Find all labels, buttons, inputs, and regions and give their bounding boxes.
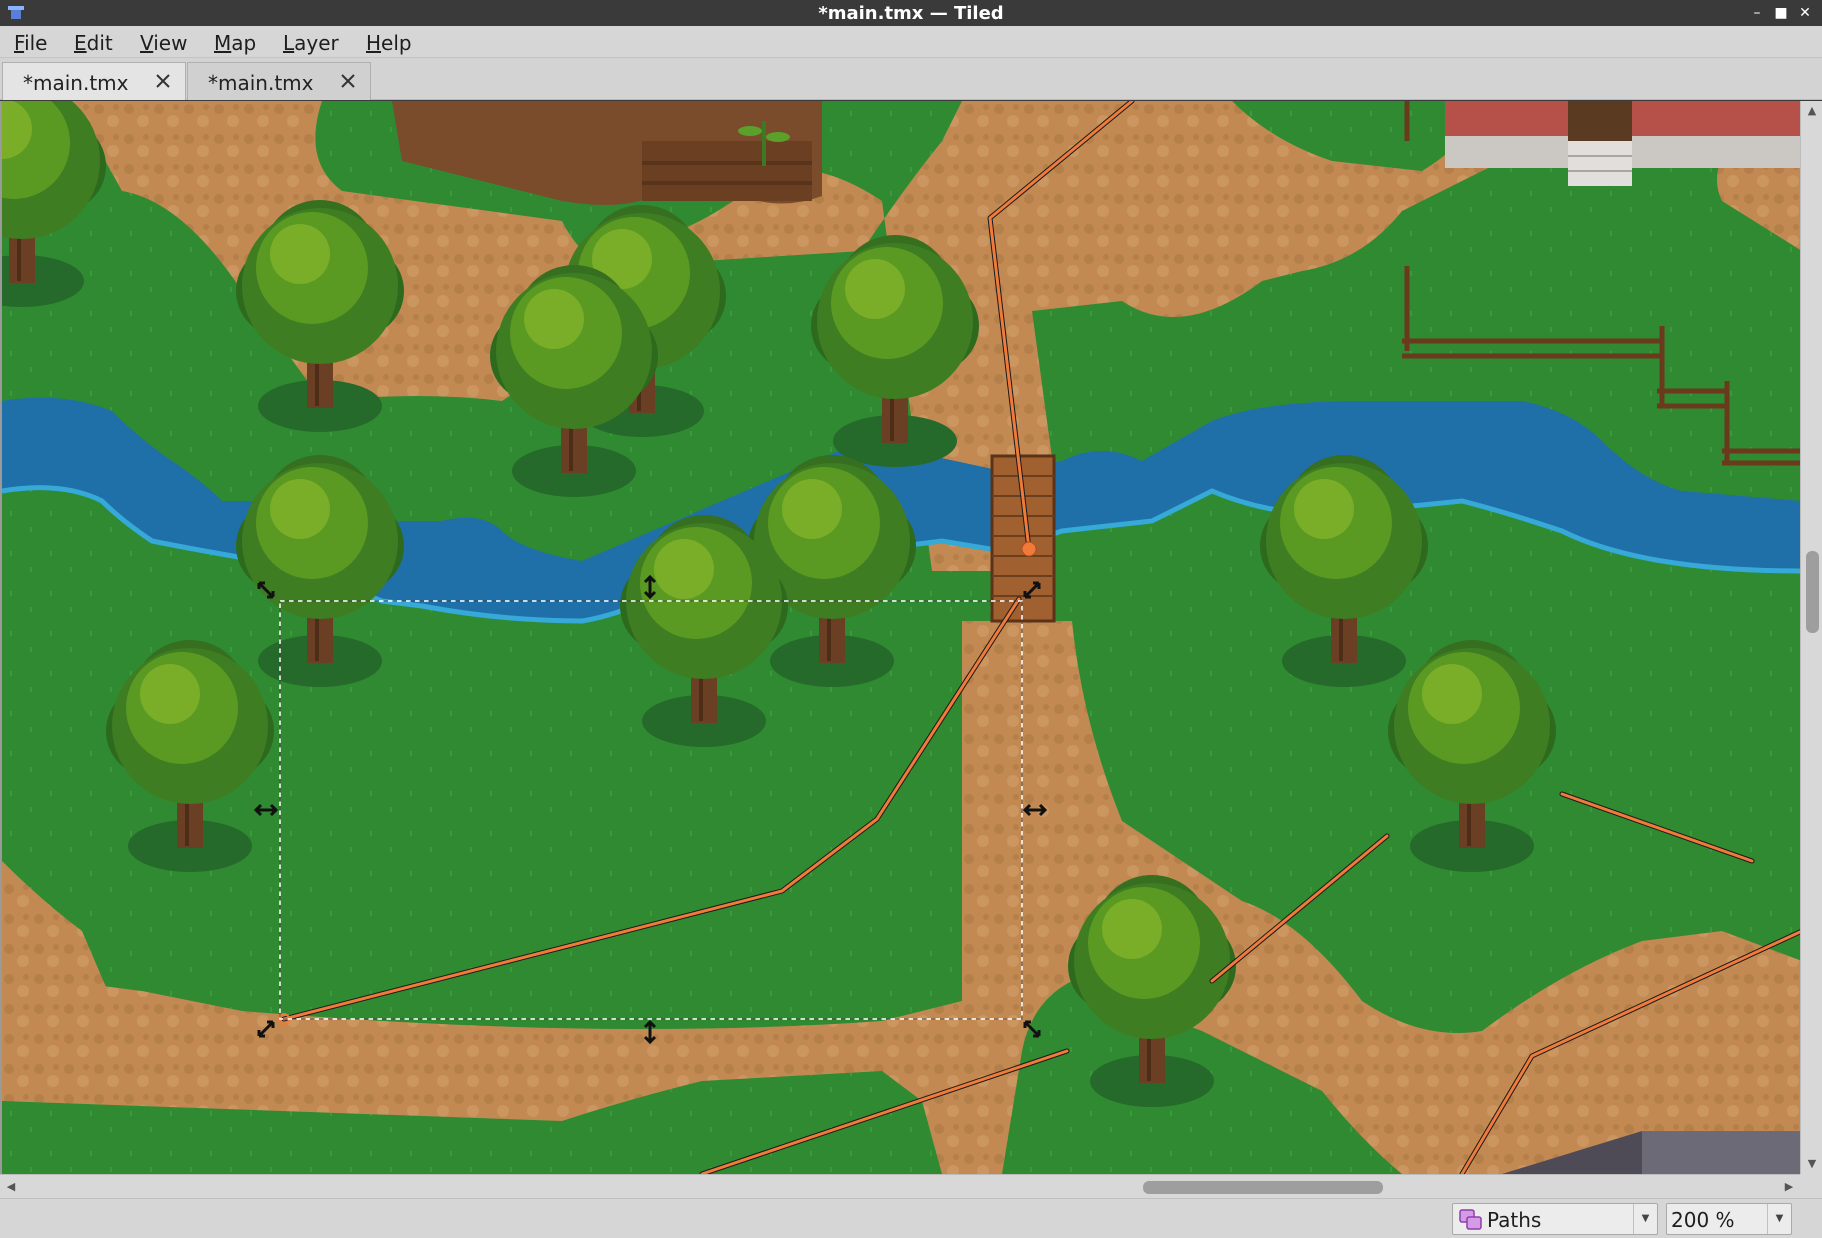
menu-file[interactable]: File	[14, 30, 47, 56]
tab-label: *main.tmx	[208, 71, 314, 95]
horizontal-scrollbar[interactable]: ◀ ▶	[0, 1174, 1800, 1198]
menu-view[interactable]: View	[140, 30, 187, 56]
zoom-combo-value: 200 %	[1671, 1208, 1735, 1232]
scroll-down-icon[interactable]: ▼	[1801, 1154, 1822, 1174]
vertical-scroll-thumb[interactable]	[1806, 551, 1819, 633]
tab-label: *main.tmx	[23, 71, 129, 95]
chevron-down-icon[interactable]: ▼	[1633, 1204, 1657, 1234]
tab-close-icon[interactable]	[338, 71, 358, 91]
tab-main-tmx-1[interactable]: *main.tmx	[2, 62, 186, 100]
object-layer-icon	[1459, 1209, 1482, 1230]
scroll-left-icon[interactable]: ◀	[0, 1175, 22, 1199]
tab-close-icon[interactable]	[153, 71, 173, 91]
tab-main-tmx-2[interactable]: *main.tmx	[187, 62, 371, 100]
layer-combo[interactable]: Paths ▼	[1452, 1203, 1658, 1235]
status-bar: Paths ▼ 200 % ▼	[0, 1198, 1822, 1238]
menu-layer[interactable]: Layer	[283, 30, 339, 56]
maximize-icon[interactable]: ■	[1770, 2, 1792, 24]
zoom-combo[interactable]: 200 % ▼	[1666, 1203, 1792, 1235]
document-tab-bar: *main.tmx *main.tmx	[0, 58, 1822, 100]
title-bar: *main.tmx — Tiled – ■ ✕	[0, 0, 1822, 26]
vertical-scrollbar[interactable]: ▲ ▼	[1800, 101, 1822, 1174]
menu-map[interactable]: Map	[214, 30, 256, 56]
scroll-corner	[1800, 1174, 1822, 1198]
map-canvas[interactable]	[0, 101, 1800, 1174]
layer-combo-value: Paths	[1487, 1208, 1542, 1232]
scroll-up-icon[interactable]: ▲	[1801, 101, 1822, 121]
scroll-right-icon[interactable]: ▶	[1778, 1175, 1800, 1199]
chevron-down-icon[interactable]: ▼	[1767, 1204, 1791, 1234]
menu-edit[interactable]: Edit	[74, 30, 113, 56]
menu-help[interactable]: Help	[366, 30, 412, 56]
window-title: *main.tmx — Tiled	[818, 3, 1004, 24]
menu-bar: File Edit View Map Layer Help	[0, 26, 1822, 58]
close-icon[interactable]: ✕	[1794, 2, 1816, 24]
horizontal-scroll-thumb[interactable]	[1143, 1181, 1383, 1194]
minimize-icon[interactable]: –	[1746, 2, 1768, 24]
